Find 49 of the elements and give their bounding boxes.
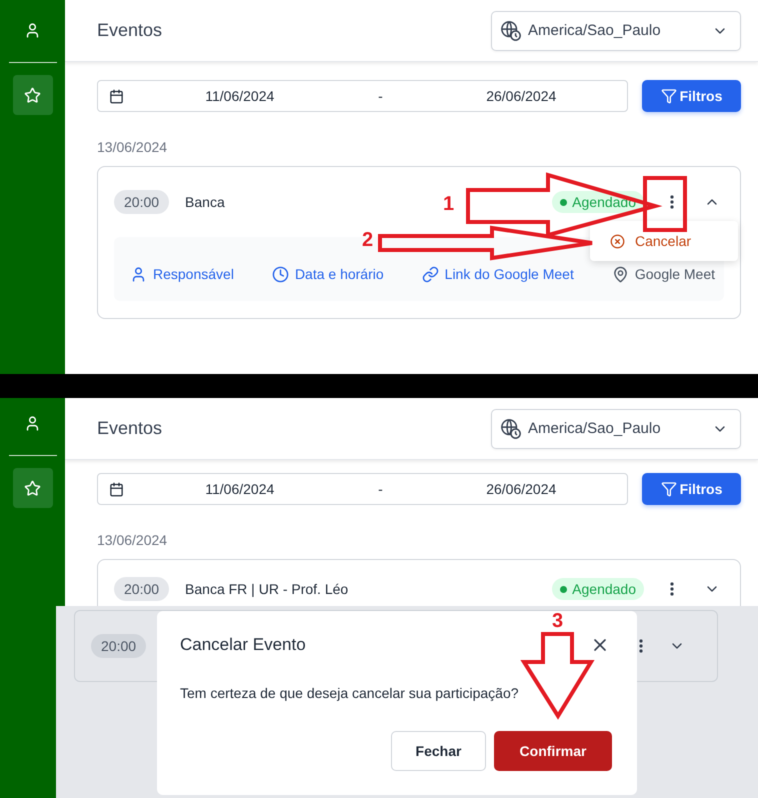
detail-label: Google Meet — [612, 266, 716, 282]
event-time: 20:00 — [114, 190, 170, 214]
detail-link[interactable]: Data e horário — [272, 266, 384, 282]
filter-button[interactable]: Filtros — [642, 80, 741, 112]
step-number: 2 — [362, 230, 374, 250]
detail-link[interactable]: Link do Google Meet — [422, 266, 574, 282]
event-title: Banca FR | UR - Prof. Léo — [185, 581, 348, 597]
funnel-icon — [660, 481, 677, 497]
star-icon — [24, 86, 41, 104]
event-time: 20:00 — [114, 577, 170, 601]
page-title: Eventos — [97, 418, 162, 439]
calendar-icon — [108, 482, 124, 496]
globe-clock-icon — [500, 418, 522, 440]
favorites-nav-button[interactable] — [12, 468, 52, 508]
globe-clock-icon — [500, 20, 522, 42]
map-pin-icon — [612, 266, 629, 282]
step-number: 3 — [552, 611, 564, 631]
date-range-field[interactable]: 11/06/2024 - 26/06/2024 — [97, 80, 628, 112]
filter-button[interactable]: Filtros — [642, 473, 741, 505]
funnel-icon — [660, 88, 677, 104]
date-heading: 13/06/2024 — [97, 139, 168, 155]
highlight-frame — [643, 176, 687, 232]
person-icon — [130, 266, 147, 282]
cancel-menu-item[interactable]: Cancelar — [610, 233, 738, 249]
date-heading: 13/06/2024 — [97, 532, 168, 548]
event-time: 20:00 — [91, 634, 146, 658]
link-icon — [422, 266, 439, 282]
user-icon — [24, 414, 41, 432]
page-title: Eventos — [97, 20, 162, 41]
favorites-nav-button[interactable] — [12, 75, 52, 115]
star-icon — [24, 480, 41, 496]
confirm-button[interactable]: Confirmar — [494, 731, 612, 771]
close-dialog-button[interactable]: Fechar — [391, 731, 486, 771]
clock-icon — [272, 266, 289, 282]
step-number: 1 — [443, 194, 454, 214]
kebab-icon — [639, 639, 643, 653]
timezone-select[interactable]: America/Sao_Paulo — [491, 10, 741, 50]
dialog-title: Cancelar Evento — [180, 635, 306, 655]
kebab-icon — [670, 195, 674, 209]
detail-link[interactable]: Responsável — [130, 266, 234, 282]
timezone-select[interactable]: America/Sao_Paulo — [491, 408, 741, 448]
kebab-icon — [670, 582, 674, 596]
user-icon — [24, 22, 41, 38]
circle-x-icon — [610, 234, 625, 248]
status-badge: Agendado — [552, 578, 644, 600]
date-range-field[interactable]: 11/06/2024 - 26/06/2024 — [97, 473, 628, 505]
calendar-icon — [108, 88, 124, 104]
dialog-message: Tem certeza de que deseja cancelar sua participação? — [180, 685, 520, 701]
event-title: Banca — [185, 194, 225, 210]
